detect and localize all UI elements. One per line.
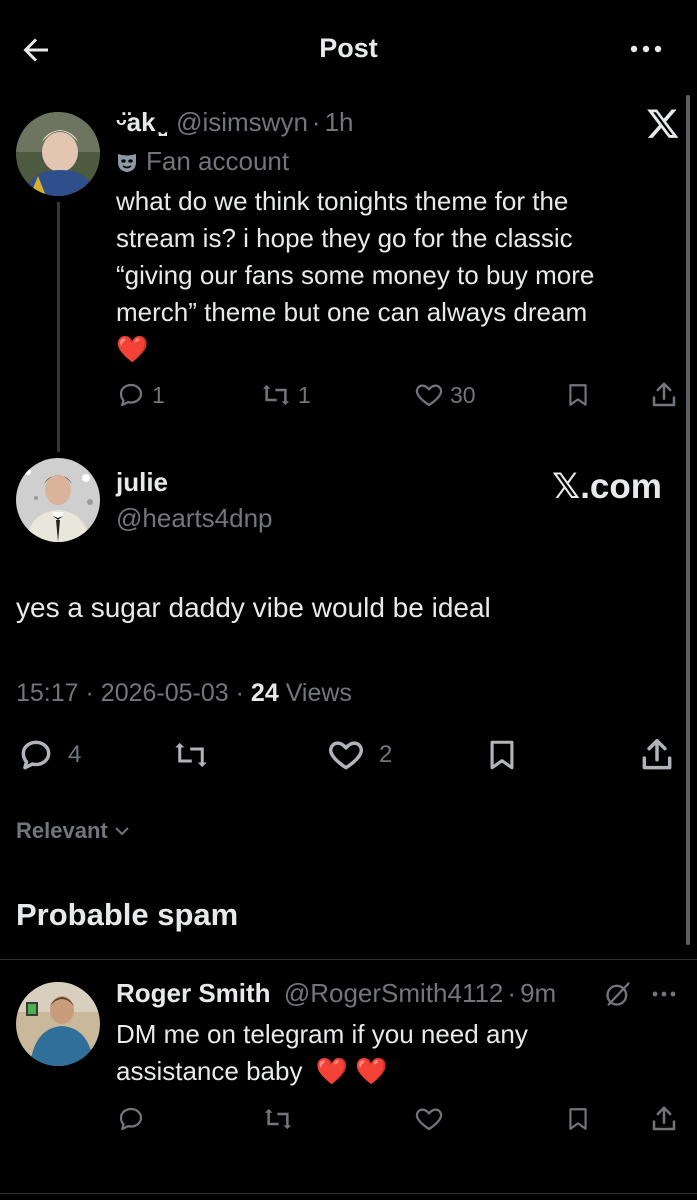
reply-text: DM me on telegram if you need any assist…	[116, 1016, 528, 1090]
repost-button[interactable]	[170, 737, 212, 773]
divider	[0, 959, 697, 960]
fan-account-badge: Fan account	[116, 146, 289, 177]
author-handle[interactable]: @isimswyn	[176, 107, 308, 137]
share-button[interactable]	[649, 380, 679, 410]
x-logo[interactable]	[646, 106, 680, 140]
grok-button[interactable]	[604, 980, 632, 1008]
like-button[interactable]	[414, 1104, 444, 1134]
bookmark-button[interactable]	[565, 381, 591, 409]
reply-button[interactable]: 4	[16, 736, 81, 774]
thread-line	[57, 202, 60, 452]
avatar[interactable]	[16, 458, 100, 542]
avatar[interactable]	[16, 112, 100, 196]
reply-icon	[119, 1107, 143, 1131]
badge-label: Fan account	[146, 146, 290, 176]
divider	[0, 1193, 697, 1194]
separator: ·	[507, 978, 517, 1008]
views-count: 24	[250, 679, 279, 707]
post-text-line: merch” theme but one can always dream	[116, 297, 588, 327]
reply-text-line: assistance baby ❤️ ❤️	[116, 1053, 528, 1090]
reply-text-line: DM me on telegram if you need any	[116, 1019, 528, 1049]
repost-count: 1	[298, 381, 311, 408]
post-meta: 15:17 · 2026-05-03 · 24 Views	[16, 679, 352, 708]
share-icon	[652, 382, 676, 407]
post-time[interactable]: 9m	[520, 978, 556, 1008]
reply-text-content: assistance baby	[116, 1056, 303, 1086]
like-count: 30	[450, 381, 476, 408]
post-header: ᵕ̈ak ̤̮ @isimswyn · 1h	[116, 107, 354, 138]
post-text-line: stream is? i hope they go for the classi…	[116, 223, 573, 253]
grok-icon	[606, 982, 630, 1006]
page-title: Post	[319, 33, 378, 63]
reply-count: 1	[152, 381, 165, 408]
repost-icon	[264, 1108, 292, 1130]
bookmark-icon	[569, 384, 587, 406]
separator: ·	[85, 679, 94, 707]
like-count: 2	[379, 741, 393, 768]
repost-icon	[175, 742, 207, 768]
post-time[interactable]: 15:17	[16, 679, 79, 707]
author-handle[interactable]: @RogerSmith4112	[284, 978, 504, 1008]
like-button[interactable]: 30	[414, 380, 476, 410]
bookmark-icon	[490, 740, 514, 770]
author-name[interactable]: julie	[116, 467, 168, 498]
views-label: Views	[285, 679, 352, 707]
share-button[interactable]	[649, 1104, 679, 1134]
author-name[interactable]: Roger Smith	[116, 978, 271, 1008]
repost-button[interactable]: 1	[260, 380, 311, 410]
post-date[interactable]: 2026-05-03	[101, 679, 229, 707]
post-text-line: what do we think tonights theme for the	[116, 186, 569, 216]
sort-dropdown[interactable]: Relevant	[16, 818, 131, 844]
separator: ·	[311, 107, 321, 137]
reply-button[interactable]: 1	[116, 380, 165, 410]
mask-icon	[116, 151, 138, 173]
post-text: what do we think tonights theme for the …	[116, 183, 594, 368]
more-options-button[interactable]	[626, 40, 666, 58]
like-button[interactable]: 2	[325, 736, 392, 774]
repost-button[interactable]	[262, 1104, 294, 1134]
reply-count: 4	[68, 741, 82, 768]
heart-icon	[329, 741, 363, 770]
heart-emoji: ❤️	[116, 334, 149, 364]
reply-icon	[119, 383, 143, 407]
scrollbar[interactable]	[686, 95, 690, 945]
post-text-line: “giving our fans some money to buy more	[116, 260, 595, 290]
heart-emoji: ❤️ ❤️	[315, 1056, 388, 1086]
sort-label: Relevant	[16, 818, 108, 843]
post-text: yes a sugar daddy vibe would be ideal	[16, 592, 491, 623]
section-title: Probable spam	[16, 897, 239, 932]
bookmark-button[interactable]	[485, 737, 519, 773]
watermark: 𝕏.com	[552, 467, 662, 506]
author-handle[interactable]: @hearts4dnp	[116, 503, 273, 534]
more-horizontal-icon	[652, 991, 676, 997]
reply-header: Roger Smith @RogerSmith4112 · 9m	[116, 978, 556, 1009]
repost-icon	[262, 384, 290, 406]
more-options-button[interactable]	[650, 988, 678, 1000]
heart-icon	[415, 384, 443, 407]
post-time[interactable]: 1h	[325, 107, 354, 137]
avatar[interactable]	[16, 982, 100, 1066]
more-horizontal-icon	[630, 45, 662, 53]
share-icon	[652, 1106, 676, 1131]
chevron-down-icon	[115, 827, 129, 836]
separator: ·	[235, 679, 244, 707]
x-logo-icon	[647, 109, 679, 138]
bookmark-button[interactable]	[565, 1105, 591, 1133]
heart-icon	[415, 1108, 443, 1131]
share-icon	[642, 739, 672, 770]
share-button[interactable]	[638, 736, 676, 774]
bookmark-icon	[569, 1108, 587, 1130]
reply-button[interactable]	[116, 1104, 146, 1134]
author-name[interactable]: ᵕ̈ak ̤̮	[116, 107, 163, 137]
reply-icon	[21, 740, 51, 770]
